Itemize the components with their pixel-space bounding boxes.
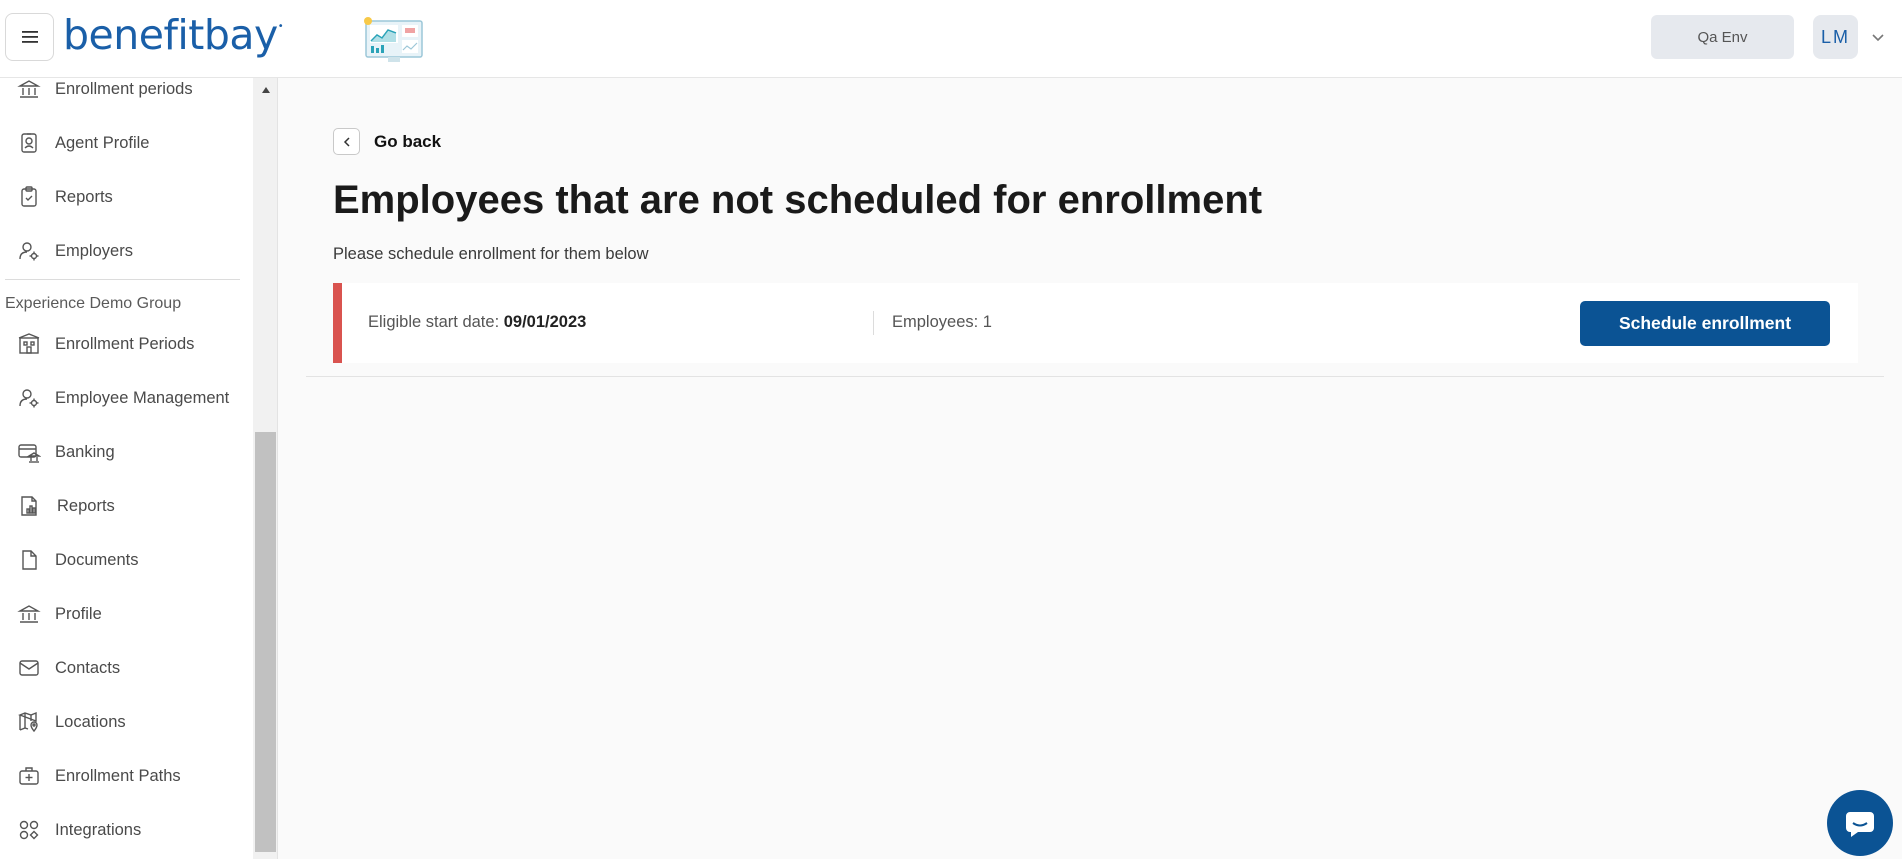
sidebar-item-profile[interactable]: Profile [0,591,253,637]
bank-icon [16,78,42,102]
sidebar-item-employers[interactable]: Employers [0,228,253,274]
environment-badge[interactable]: Qa Env [1651,15,1794,59]
sidebar-item-label: Locations [55,712,126,731]
card-separator [873,311,874,335]
page-subtitle: Please schedule enrollment for them belo… [333,245,649,263]
sidebar: Enrollment periods Agent Profile Reports… [0,78,253,859]
building-icon [16,331,42,357]
hamburger-icon [21,31,38,43]
sidebar-item-enrollment-periods-group[interactable]: Enrollment Periods [0,321,253,367]
sidebar-item-label: Enrollment periods [55,79,193,98]
sidebar-item-label: Reports [57,496,115,515]
sidebar-item-employee-management[interactable]: Employee Management [0,375,253,421]
bank-icon [16,601,42,627]
sidebar-item-label: Enrollment Paths [55,766,181,785]
scrollbar-thumb[interactable] [255,432,276,852]
sidebar-item-contacts[interactable]: Contacts [0,645,253,691]
bank-card-icon [16,439,42,465]
benefitbay-logo[interactable]: benefitbay• [63,11,284,59]
eligible-start-label: Eligible start date: [368,313,504,331]
sidebar-item-label: Banking [55,442,115,461]
chat-bubble-icon [1846,812,1874,837]
sidebar-item-label: Enrollment Periods [55,334,195,353]
map-pin-icon [16,709,42,735]
card-alert-accent [333,283,342,363]
sidebar-item-integrations[interactable]: Integrations [0,807,253,853]
logo-mark: • [277,21,284,32]
clipboard-check-icon [16,184,42,210]
medical-bag-icon [16,763,42,789]
sidebar-item-agent-profile[interactable]: Agent Profile [0,120,253,166]
chat-support-button[interactable] [1827,790,1893,856]
sidebar-section-title: Experience Demo Group [5,295,182,312]
schedule-enrollment-button[interactable]: Schedule enrollment [1580,301,1830,346]
top-header: benefitbay• Qa Env LM [0,0,1902,78]
page-title: Employees that are not scheduled for enr… [333,178,1263,222]
user-gear-icon [16,238,42,264]
eligible-start-date: Eligible start date: 09/01/2023 [368,313,586,332]
envelope-icon [16,655,42,681]
sidebar-item-label: Contacts [55,658,121,677]
enrollment-card: Eligible start date: 09/01/2023 Employee… [333,283,1858,363]
scroll-up-arrow-icon[interactable] [253,82,278,98]
document-icon [16,547,42,573]
sidebar-item-label: Agent Profile [55,133,150,152]
sidebar-item-enrollment-periods[interactable]: Enrollment periods [0,78,253,112]
content-divider [306,376,1884,377]
sidebar-item-locations[interactable]: Locations [0,699,253,745]
go-back-label[interactable]: Go back [374,132,441,152]
hamburger-menu-button[interactable] [5,13,54,61]
apps-icon [16,817,42,843]
go-back-link[interactable]: Go back [333,128,441,155]
sidebar-item-label: Employers [55,241,133,260]
sidebar-item-label: Reports [55,187,113,206]
main-content: Go back Employees that are not scheduled… [279,78,1902,859]
employees-count: Employees: 1 [892,313,992,331]
id-badge-icon [16,130,42,156]
sidebar-item-label: Documents [55,550,139,569]
report-chart-icon [16,493,42,519]
chevron-left-icon[interactable] [333,128,360,155]
logo-text: benefitbay [63,11,278,59]
sidebar-scrollbar[interactable] [253,78,278,859]
chevron-down-icon[interactable] [1868,27,1888,47]
sidebar-item-enrollment-paths[interactable]: Enrollment Paths [0,753,253,799]
sidebar-item-documents[interactable]: Documents [0,537,253,583]
sidebar-divider [5,279,240,280]
user-avatar[interactable]: LM [1813,15,1858,59]
sidebar-item-reports[interactable]: Reports [0,174,253,220]
sidebar-item-label: Integrations [55,820,142,839]
sidebar-item-label: Employee Management [55,388,230,407]
sidebar-item-banking[interactable]: Banking [0,429,253,475]
dashboard-illustration-icon [364,17,423,62]
eligible-start-value: 09/01/2023 [503,313,587,331]
sidebar-item-label: Profile [55,604,102,623]
user-gear-icon [16,385,42,411]
sidebar-item-reports-group[interactable]: Reports [0,483,253,529]
